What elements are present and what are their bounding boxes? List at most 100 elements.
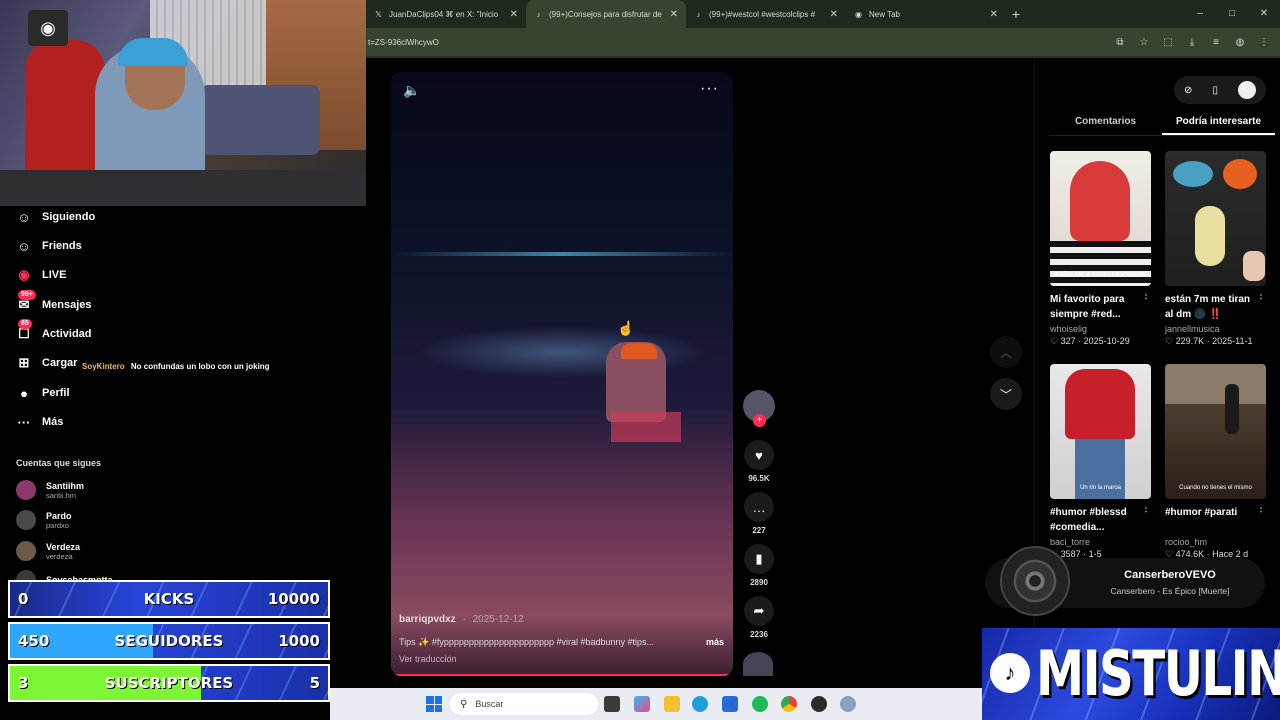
new-tab-button[interactable]: + [1006,6,1026,22]
chevron-down-icon: ﹀ [999,387,1012,402]
browser-tab-active[interactable]: ♪ (99+)Consejos para disfrutar de ✕ [526,0,686,28]
sidebar-item-following[interactable]: ☺ Siguiendo [14,206,95,228]
followed-account[interactable]: Verdeza verdeza [16,541,80,561]
messages-icon-wrap: ✉ 99+ [14,290,36,314]
more-icon: ··· [17,414,31,430]
previous-video-button[interactable]: ︿ [990,336,1022,368]
more-options-icon[interactable]: ··· [700,80,719,98]
tab-comments[interactable]: Comentarios [1049,114,1162,135]
card-username[interactable]: baci_torre [1050,537,1151,547]
see-more-link[interactable]: más [706,637,724,647]
thumb-hand [1243,251,1265,281]
bookmark-button[interactable]: ▮ 2890 [741,544,777,587]
browser-tab[interactable]: ◉ New Tab ✕ [846,0,1006,28]
tab-recommended[interactable]: Podría interesarte [1162,114,1275,135]
goal-label: SUSCRIPTORES [104,674,234,692]
sidebar-item-label: Mensajes [42,299,92,311]
taskbar-search[interactable]: ⚲ Buscar [450,693,598,715]
more-options-icon[interactable]: ⋮ [1256,505,1266,516]
upload-icon: ⊞ [18,355,30,370]
more-options-icon[interactable]: ⋮ [1256,292,1266,303]
profile-icon[interactable]: ◍ [1234,37,1246,48]
recommended-video-card[interactable]: Cuando no tienes el mismo #humor #parati… [1165,364,1266,560]
video-author[interactable]: barriqpvdxz [399,614,456,625]
recommended-video-card[interactable]: están 7m me tiran al dm 🌑 ‼️ ⋮ jannellmu… [1165,151,1266,347]
copilot-icon[interactable] [634,696,650,712]
chevron-up-icon: ︿ [999,345,1012,360]
settings-icon[interactable] [840,696,856,712]
sidebar-item-activity[interactable]: ☐ 85 Actividad [14,319,92,345]
card-username[interactable]: rocioo_hm [1165,537,1266,547]
thumb-person [1225,384,1239,434]
follow-plus-icon[interactable]: + [753,414,766,427]
card-username[interactable]: whoiselig [1050,324,1151,334]
sidebar-item-more[interactable]: ··· Más [14,411,64,433]
creator-avatar[interactable]: + [743,390,775,427]
volume-icon[interactable]: 🔈 [403,82,420,99]
browser-tab[interactable]: 𝕏 JuanDaClips04 ⌘ en X: "Inicio ✕ [366,0,526,28]
video-thumbnail[interactable]: 4 años con el mismo color favorito [1050,151,1151,286]
thumb-hat-orange [1223,159,1257,189]
windows-start-icon[interactable] [426,696,442,712]
sidebar-item-live[interactable]: ◉ LIVE [14,264,66,286]
extensions-icon[interactable]: ⬚ [1162,37,1174,48]
device-icon[interactable]: ▯ [1212,85,1218,96]
obs-icon[interactable] [811,696,827,712]
webcam-desk [0,170,366,206]
user-avatar[interactable] [1237,81,1256,99]
store-icon[interactable] [722,696,738,712]
video-thumbnail[interactable] [1165,151,1266,286]
chrome-icon[interactable] [781,696,797,712]
followed-account[interactable]: Pardo pardxo [16,510,72,530]
close-window-button[interactable]: ✕ [1248,0,1280,28]
panel-tabs: Comentarios Podría interesarte [1049,114,1275,136]
task-view-icon[interactable] [604,696,620,712]
download-icon[interactable]: ⤓ [1186,37,1198,48]
url-field[interactable]: t=ZS-936clWhcywO [368,38,1114,47]
browser-tab[interactable]: ♪ (99+)#westcol #westcolclips # ✕ [686,0,846,28]
share-button[interactable]: ➦ 2236 [741,596,777,639]
sidebar-item-upload[interactable]: ⊞ Cargar [14,352,78,374]
recommended-video-card[interactable]: Un rin la maroa #humor #blessd #comedia.… [1050,364,1151,560]
video-date-sep: · [462,614,466,625]
followed-account[interactable]: Santiihm santii.hm [16,480,84,500]
card-username[interactable]: jannellmusica [1165,324,1266,334]
sidebar-item-friends[interactable]: ☺ Friends [14,235,81,257]
close-tab-icon[interactable]: ✕ [510,9,518,20]
spotify-icon[interactable] [752,696,768,712]
video-player[interactable]: 🔈 ··· barriqpvdxz · 2025-12-12 más Tips … [391,72,733,676]
install-app-icon[interactable]: ⧉ [1114,37,1126,48]
comment-button[interactable]: … 227 [741,492,777,535]
stage-light-beam [391,252,733,256]
close-tab-icon[interactable]: ✕ [990,9,998,20]
bookmark-star-icon[interactable]: ☆ [1138,37,1150,48]
sidebar-item-profile[interactable]: ● Perfil [14,382,69,404]
video-thumbnail[interactable]: Cuando no tienes el mismo [1165,364,1266,499]
edge-icon[interactable] [692,696,708,712]
avatar [16,480,36,500]
compass-icon[interactable]: ⊘ [1184,85,1192,96]
more-options-icon[interactable]: ⋮ [1141,292,1151,303]
maximize-button[interactable]: □ [1216,0,1248,28]
media-control-icon[interactable]: ≡ [1210,37,1222,48]
recommended-video-card[interactable]: 4 años con el mismo color favorito Mi fa… [1050,151,1151,347]
next-video-button[interactable]: ﹀ [990,378,1022,410]
webcam-chair [25,40,105,190]
like-button[interactable]: ♥ 96.5K [741,440,777,483]
see-translation-link[interactable]: Ver traducción [399,654,457,664]
more-options-icon[interactable]: ⋮ [1141,505,1151,516]
minimize-button[interactable]: – [1184,0,1216,28]
sound-avatar[interactable] [743,652,773,676]
right-panel: ⊘ ▯ Comentarios Podría interesarte 4 año… [1034,58,1280,628]
sidebar-item-messages[interactable]: ✉ 99+ Mensajes [14,290,92,316]
menu-icon[interactable]: ⋮ [1258,37,1270,48]
video-thumbnail[interactable]: Un rin la maroa [1050,364,1151,499]
search-placeholder: Buscar [475,699,504,709]
close-tab-icon[interactable]: ✕ [670,9,678,20]
sidebar-item-label: Más [42,416,64,428]
file-explorer-icon[interactable] [664,696,680,712]
close-tab-icon[interactable]: ✕ [830,9,838,20]
card-likes: 229.7K [1175,336,1205,346]
card-title-text: Mi favorito para siempre #red... [1050,294,1125,320]
video-progress-bar[interactable] [391,674,733,676]
